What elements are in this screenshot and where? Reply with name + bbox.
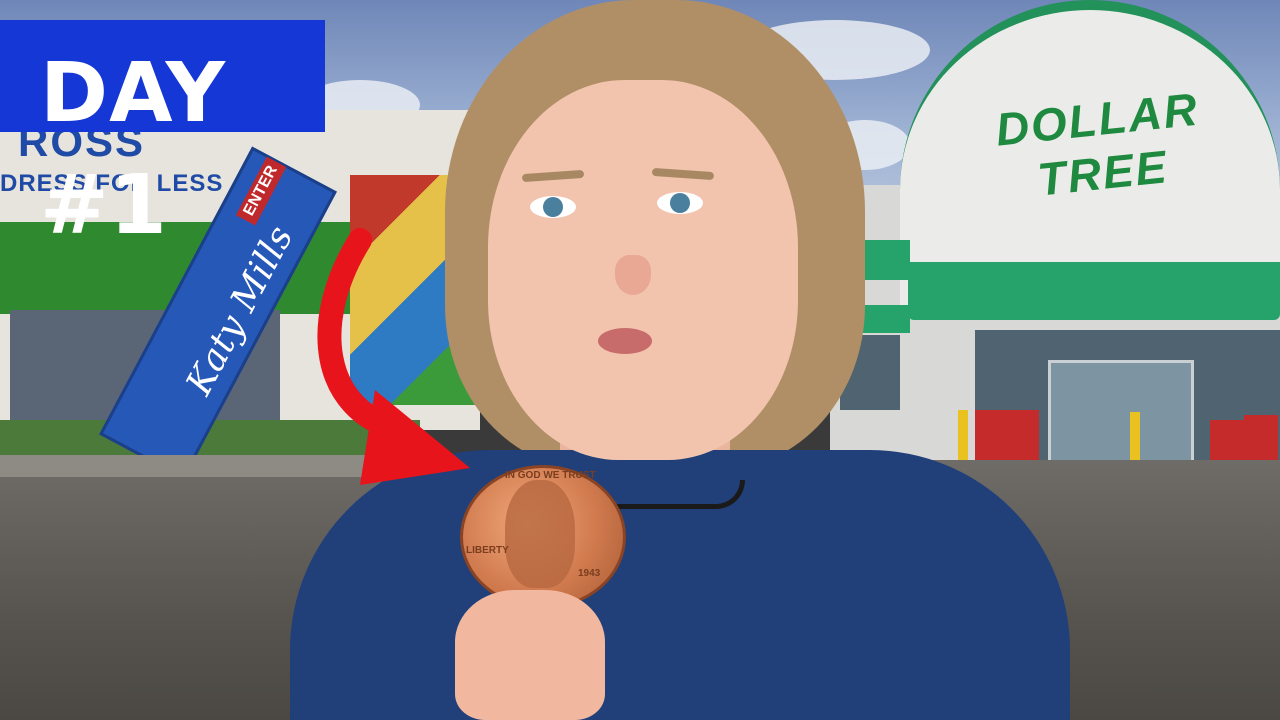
person-mouth: [598, 328, 652, 354]
red-arrow-icon: [317, 228, 470, 485]
thumbnail-scene: ROSS DRESS FOR LESS Katy Mills ENTER DOL…: [0, 0, 1280, 720]
coin-year: 1943: [578, 568, 601, 579]
store-display: [975, 410, 1009, 462]
day-title-text: DAY #1: [40, 46, 227, 253]
iris: [543, 197, 563, 217]
store-display: [1005, 410, 1039, 462]
person-nose: [615, 255, 651, 295]
iris: [670, 193, 690, 213]
person-hand: [455, 590, 605, 720]
lincoln-profile: [505, 480, 575, 588]
day-title-banner: DAY #1: [0, 20, 325, 253]
red-arrow-head: [360, 390, 470, 485]
person-left-eye: [530, 196, 576, 218]
dollar-tree-awning: [908, 262, 1280, 320]
dollar-tree-door: [1048, 360, 1194, 476]
red-arrow-shaft: [317, 228, 412, 442]
coin-liberty: LIBERTY: [466, 545, 509, 556]
person-right-eye: [657, 192, 703, 214]
